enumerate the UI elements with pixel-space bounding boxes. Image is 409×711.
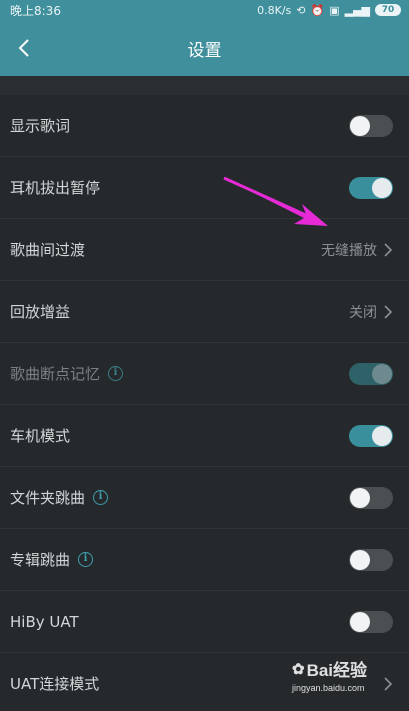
show-lyrics-toggle[interactable]	[349, 114, 393, 137]
setting-value: 无缝播放	[321, 242, 377, 259]
title-bar: 设置	[0, 20, 409, 76]
setting-replay-gain[interactable]: 回放增益 关闭	[0, 281, 409, 343]
page-title: 设置	[187, 40, 222, 61]
headphone-unplug-pause-toggle[interactable]	[349, 176, 393, 199]
chevron-left-icon	[18, 39, 29, 57]
setting-label: UAT连接模式	[10, 675, 100, 693]
baidu-jingyan-watermark: ✿ Bai经验 jingyan.baidu.com	[292, 656, 404, 706]
no-sync-icon: ⟲	[296, 3, 306, 17]
resume-playback-toggle[interactable]	[349, 362, 393, 385]
setting-folder-skip[interactable]: 文件夹跳曲 i	[0, 467, 409, 529]
setting-hiby-uat[interactable]: HiBy UAT	[0, 591, 409, 653]
status-bar: 晚上8:36 0.8K/s ⟲ ⏰ ▣ ▂▄▆ 70	[0, 0, 409, 20]
setting-show-lyrics[interactable]: 显示歌词	[0, 95, 409, 157]
hiby-uat-toggle[interactable]	[349, 610, 393, 633]
setting-label: 车机模式	[10, 427, 71, 445]
status-icons: 0.8K/s ⟲ ⏰ ▣ ▂▄▆ 70	[257, 4, 401, 17]
setting-resume-playback[interactable]: 歌曲断点记忆 i	[0, 343, 409, 405]
setting-label: 歌曲间过渡	[10, 241, 86, 259]
back-button[interactable]	[6, 30, 42, 66]
setting-headphone-unplug-pause[interactable]: 耳机拔出暂停	[0, 157, 409, 219]
battery-icon: 70	[375, 4, 401, 16]
toggle-knob	[372, 177, 392, 198]
setting-label: 显示歌词	[10, 117, 71, 135]
network-speed: 0.8K/s	[257, 3, 292, 17]
info-icon[interactable]: i	[93, 490, 109, 505]
folder-skip-toggle[interactable]	[349, 486, 393, 509]
setting-label: 文件夹跳曲	[10, 489, 86, 507]
section-gap	[0, 76, 409, 95]
toggle-knob	[372, 425, 392, 446]
car-mode-toggle[interactable]	[349, 424, 393, 447]
setting-value: 关闭	[349, 304, 377, 321]
setting-label: HiBy UAT	[10, 612, 79, 631]
info-icon[interactable]: i	[78, 552, 94, 567]
setting-label: 回放增益	[10, 303, 71, 321]
chevron-right-icon	[384, 242, 393, 257]
toggle-knob	[350, 549, 370, 570]
setting-album-skip[interactable]: 专辑跳曲 i	[0, 529, 409, 591]
chevron-right-icon	[384, 304, 393, 319]
info-icon[interactable]: i	[108, 366, 124, 381]
alarm-icon: ⏰	[310, 3, 325, 17]
watermark-brand: Bai经验	[306, 661, 368, 680]
setting-car-mode[interactable]: 车机模式	[0, 405, 409, 467]
toggle-knob	[350, 487, 370, 508]
signal-icon: ▂▄▆	[344, 3, 370, 17]
toggle-knob	[350, 611, 370, 632]
watermark-url: jingyan.baidu.com	[292, 683, 365, 693]
hd-icon: ▣	[329, 3, 340, 17]
toggle-knob	[372, 363, 392, 384]
status-time: 晚上8:36	[10, 3, 61, 18]
setting-label: 耳机拔出暂停	[10, 179, 101, 197]
setting-label: 歌曲断点记忆	[10, 365, 101, 383]
setting-label: 专辑跳曲	[10, 551, 71, 569]
album-skip-toggle[interactable]	[349, 548, 393, 571]
toggle-knob	[350, 115, 370, 136]
baidu-paw-icon: ✿	[292, 660, 305, 678]
settings-list: 显示歌词 耳机拔出暂停 歌曲间过渡 无缝播放 回放增益 关闭 歌曲断点记忆 i …	[0, 95, 409, 711]
setting-song-transition[interactable]: 歌曲间过渡 无缝播放	[0, 219, 409, 281]
